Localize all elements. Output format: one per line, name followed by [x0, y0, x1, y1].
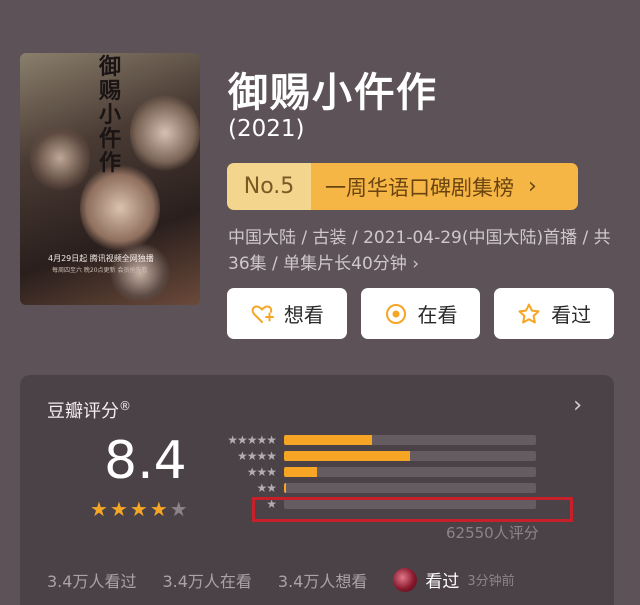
seen-count[interactable]: 3.4万人看过	[47, 568, 136, 592]
distribution-bar	[284, 435, 373, 445]
star-filled-icon: ★	[90, 497, 108, 521]
friend-action-time: 3分钟前	[467, 574, 515, 589]
distribution-track	[284, 435, 536, 445]
action-buttons: 想看 在看 看过	[227, 288, 615, 339]
star-outline-icon	[517, 302, 541, 326]
show-meta-text: 中国大陆 / 古装 / 2021-04-29(中国大陆)首播 / 共36集 / …	[228, 228, 611, 274]
poster-sub-text: 每周四至六 晚20点更新 会员抢先看	[52, 267, 148, 274]
distribution-track	[284, 451, 536, 461]
star-empty-icon: ★	[169, 497, 188, 521]
friend-action-label: 看过	[425, 572, 460, 592]
douban-rating-card[interactable]: 豆瓣评分® › 8.4 ★ ★ ★ ★ ★ ★★★★★ ★★★★ ★★★ ★★ …	[20, 375, 614, 605]
poster-figure-1	[80, 163, 160, 253]
want-to-watch-label: 想看	[283, 303, 324, 327]
star-filled-icon: ★	[129, 497, 148, 521]
watching-count[interactable]: 3.4万人在看	[162, 568, 251, 592]
distribution-stars-label: ★★★	[246, 465, 277, 479]
distribution-bar	[284, 483, 286, 493]
rating-score: 8.4	[104, 431, 187, 491]
want-to-watch-button[interactable]: 想看	[227, 288, 347, 339]
distribution-row-4: ★★★★	[220, 449, 536, 463]
poster-figure-3	[30, 123, 90, 193]
distribution-stars-label: ★★★★★	[227, 433, 277, 447]
rating-heading-text: 豆瓣评分	[47, 401, 119, 422]
poster-date-text: 4月29日起 腾讯视频全网独播	[48, 254, 154, 263]
distribution-stars-label: ★★★★	[236, 449, 277, 463]
poster-figure-2	[130, 93, 200, 173]
distribution-row-5: ★★★★★	[220, 433, 536, 447]
distribution-bar	[284, 467, 317, 477]
chevron-right-icon[interactable]: ›	[573, 393, 582, 418]
distribution-row-2: ★★	[220, 481, 536, 495]
star-filled-icon: ★	[149, 497, 168, 521]
distribution-bar	[284, 451, 410, 461]
want-count[interactable]: 3.4万人想看	[278, 568, 367, 592]
watching-label: 在看	[417, 303, 458, 327]
registered-mark: ®	[119, 399, 131, 413]
highlight-box-one-star-row	[252, 497, 573, 522]
show-meta[interactable]: 中国大陆 / 古装 / 2021-04-29(中国大陆)首播 / 共36集 / …	[228, 225, 620, 277]
show-year: (2021)	[228, 116, 305, 142]
rating-stars: ★ ★ ★ ★ ★	[90, 497, 188, 521]
avatar[interactable]	[393, 567, 418, 592]
distribution-track	[284, 467, 536, 477]
watched-button[interactable]: 看过	[494, 288, 615, 339]
star-filled-icon: ★	[109, 497, 128, 521]
rating-heading: 豆瓣评分®	[47, 397, 131, 423]
watched-label: 看过	[551, 303, 592, 327]
distribution-row-3: ★★★	[220, 465, 536, 479]
chevron-right-icon: ›	[528, 174, 537, 199]
ranking-badge[interactable]: No.5 一周华语口碑剧集榜 ›	[227, 163, 578, 210]
distribution-track	[284, 483, 536, 493]
watch-stats-row: 3.4万人看过 3.4万人在看 3.4万人想看 看过 3分钟前	[47, 567, 607, 592]
rank-list-name: 一周华语口碑剧集榜	[325, 175, 514, 200]
rank-number: No.5	[227, 163, 311, 210]
rank-list: 一周华语口碑剧集榜 ›	[311, 163, 578, 210]
distribution-stars-label: ★★	[256, 481, 277, 495]
show-title: 御赐小仵作	[228, 70, 438, 116]
watching-button[interactable]: 在看	[360, 288, 481, 339]
target-circle-icon	[384, 302, 408, 326]
heart-plus-icon	[250, 302, 274, 326]
poster-title: 御赐小仵作	[98, 54, 121, 176]
rating-vote-count: 62550人评分	[446, 524, 539, 542]
poster-image[interactable]: 御赐小仵作 4月29日起 腾讯视频全网独播 每周四至六 晚20点更新 会员抢先看	[20, 53, 200, 305]
chevron-right-icon: ›	[412, 254, 420, 274]
